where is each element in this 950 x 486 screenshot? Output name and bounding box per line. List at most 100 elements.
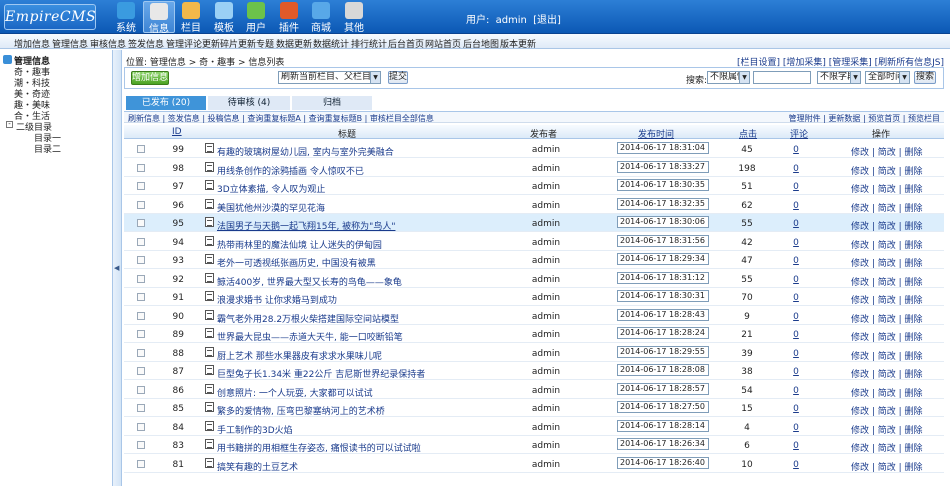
row-time-field[interactable]: 2014-06-17 18:28:08 — [617, 364, 709, 376]
row-comments-link[interactable]: 0 — [786, 312, 806, 322]
tab-archive[interactable]: 归档 — [292, 96, 372, 110]
menu-item-0[interactable]: 增加信息 — [14, 37, 50, 50]
row-time-field[interactable]: 2014-06-17 18:26:40 — [617, 456, 709, 469]
row-time-field[interactable]: 2014-06-17 18:28:57 — [617, 382, 709, 395]
row-time-field[interactable]: 2014-06-17 18:29:34 — [617, 253, 709, 265]
row-checkbox[interactable] — [137, 145, 145, 153]
search-button[interactable]: 搜索 — [914, 71, 936, 84]
row-time-field[interactable]: 2014-06-17 18:30:31 — [617, 290, 709, 302]
submit-button[interactable]: 提交 — [388, 71, 408, 84]
nav-item-3[interactable]: 模板 — [208, 1, 240, 34]
tab-pending[interactable]: 待审核 (4) — [208, 96, 290, 110]
logout-link[interactable]: [退出] — [533, 15, 561, 26]
row-checkbox[interactable] — [137, 441, 145, 449]
nav-item-1[interactable]: 信息 — [143, 1, 175, 35]
menu-item-4[interactable]: 管理评论 — [166, 37, 202, 50]
nav-item-6[interactable]: 商城 — [305, 1, 337, 34]
empirecms-logo[interactable]: EmpireCMS — [4, 4, 96, 30]
col-comments[interactable]: 评论 — [790, 127, 808, 140]
row-time-field[interactable]: 2014-06-17 18:30:35 — [617, 179, 709, 191]
row-comments-link[interactable]: 0 — [786, 201, 806, 211]
row-ops-links[interactable]: 修改 | 简改 | 删除 — [851, 201, 923, 214]
row-title-link[interactable]: 3D立体素描, 令人叹为观止 — [217, 182, 325, 195]
row-checkbox[interactable] — [137, 311, 145, 320]
row-comments-link[interactable]: 0 — [786, 145, 806, 155]
collapse-toggle-icon[interactable]: - — [6, 121, 13, 128]
row-time-field[interactable]: 2014-06-17 18:33:27 — [617, 160, 709, 173]
row-title-link[interactable]: 繁多的爱情物, 压弯巴黎塞纳河上的艺术桥 — [217, 404, 385, 417]
row-comments-link[interactable]: 0 — [786, 423, 806, 433]
row-title-link[interactable]: 有趣的玻璃树屋幼儿园, 室内与室外完美融合 — [217, 145, 394, 158]
row-comments-link[interactable]: 0 — [786, 349, 806, 359]
menu-item-5[interactable]: 更新碎片 — [202, 37, 238, 50]
row-ops-links[interactable]: 修改 | 简改 | 删除 — [851, 293, 923, 306]
nav-item-4[interactable]: 用户 — [240, 1, 272, 34]
menu-item-12[interactable]: 后台地图 — [463, 37, 499, 50]
row-title-link[interactable]: 用书籍拼的用相框生存姿态, 痛恨读书的可以试试啦 — [217, 441, 421, 454]
row-time-field[interactable]: 2014-06-17 18:28:14 — [617, 419, 709, 432]
col-id[interactable]: ID — [172, 127, 182, 137]
row-ops-links[interactable]: 修改 | 简改 | 删除 — [851, 441, 923, 454]
row-time-field[interactable]: 2014-06-17 18:29:55 — [617, 345, 709, 358]
menu-item-1[interactable]: 管理信息 — [52, 37, 88, 50]
row-title-link[interactable]: 浪漫求婚书 让你求婚马到成功 — [217, 293, 337, 306]
row-checkbox[interactable] — [137, 385, 145, 394]
row-ops-links[interactable]: 修改 | 简改 | 删除 — [851, 219, 923, 232]
row-title-link[interactable]: 热带雨林里的魔法仙境 让人迷失的伊甸园 — [217, 238, 382, 251]
row-comments-link[interactable]: 0 — [786, 293, 806, 303]
row-title-link[interactable]: 巨型兔子长1.34米 重22公斤 吉尼斯世界纪录保持者 — [217, 367, 425, 380]
row-checkbox[interactable] — [137, 200, 145, 209]
row-ops-links[interactable]: 修改 | 简改 | 删除 — [851, 164, 923, 177]
row-title-link[interactable]: 创意照片: 一个人玩耍, 大家都可以试试 — [217, 386, 373, 399]
row-ops-links[interactable]: 修改 | 简改 | 删除 — [851, 256, 923, 269]
row-time-field[interactable]: 2014-06-17 18:26:34 — [617, 438, 709, 450]
row-checkbox[interactable] — [137, 237, 145, 246]
menu-item-13[interactable]: 版本更新 — [500, 37, 536, 50]
row-time-field[interactable]: 2014-06-17 18:31:56 — [617, 234, 709, 247]
row-ops-links[interactable]: 修改 | 简改 | 删除 — [851, 238, 923, 251]
row-ops-links[interactable]: 修改 | 简改 | 删除 — [851, 423, 923, 436]
row-time-field[interactable]: 2014-06-17 18:30:06 — [617, 216, 709, 228]
row-time-field[interactable]: 2014-06-17 18:31:12 — [617, 271, 709, 284]
row-comments-link[interactable]: 0 — [786, 441, 806, 451]
row-checkbox[interactable] — [137, 163, 145, 172]
add-info-button[interactable]: 增加信息 — [131, 71, 169, 85]
row-title-link[interactable]: 法国男子与天鹅一起飞翔15年, 被称为"鸟人" — [217, 219, 395, 232]
row-comments-link[interactable]: 0 — [786, 238, 806, 248]
nav-item-5[interactable]: 插件 — [273, 1, 305, 34]
row-title-link[interactable]: 用线条创作的涂鸦插画 令人惊叹不已 — [217, 164, 364, 177]
col-clicks[interactable]: 点击 — [739, 127, 757, 140]
row-time-field[interactable]: 2014-06-17 18:32:35 — [617, 197, 709, 210]
row-checkbox[interactable] — [137, 422, 145, 431]
action-links-right[interactable]: 管理附件 | 更新数据 | 预览首页 | 预览栏目 — [789, 113, 940, 124]
row-checkbox[interactable] — [137, 274, 145, 283]
row-checkbox[interactable] — [137, 330, 145, 338]
row-comments-link[interactable]: 0 — [786, 275, 806, 285]
row-title-link[interactable]: 世界最大昆虫——赤道大天牛, 能一口咬断铅笔 — [217, 330, 403, 343]
attribute-select[interactable]: 不限属性 ▼ — [707, 71, 750, 84]
row-comments-link[interactable]: 0 — [786, 219, 806, 229]
menu-item-7[interactable]: 数据更新 — [276, 37, 312, 50]
row-checkbox[interactable] — [137, 348, 145, 357]
collapse-arrow-icon[interactable]: ◀ — [114, 264, 119, 272]
menu-item-2[interactable]: 审核信息 — [90, 37, 126, 50]
row-checkbox[interactable] — [137, 219, 145, 227]
sidebar-collapse-bar[interactable]: ◀ — [113, 50, 122, 486]
menu-item-6[interactable]: 更新专题 — [238, 37, 274, 50]
row-checkbox[interactable] — [137, 182, 145, 190]
field-select[interactable]: 不限字段 ▼ — [817, 71, 861, 84]
search-input[interactable] — [753, 71, 811, 84]
menu-item-3[interactable]: 签发信息 — [128, 37, 164, 50]
row-checkbox[interactable] — [137, 256, 145, 264]
col-time[interactable]: 发布时间 — [638, 127, 674, 140]
row-comments-link[interactable]: 0 — [786, 182, 806, 192]
row-comments-link[interactable]: 0 — [786, 404, 806, 414]
tab-published[interactable]: 已发布 (20) — [126, 96, 206, 110]
row-title-link[interactable]: 霸气老外用28.2万根火柴搭建国际空间站模型 — [217, 312, 399, 325]
sidebar-item-mulu2[interactable]: 目录二 — [34, 142, 61, 155]
row-comments-link[interactable]: 0 — [786, 330, 806, 340]
row-ops-links[interactable]: 修改 | 简改 | 删除 — [851, 182, 923, 195]
row-time-field[interactable]: 2014-06-17 18:31:04 — [617, 142, 709, 154]
row-time-field[interactable]: 2014-06-17 18:27:50 — [617, 401, 709, 413]
row-title-link[interactable]: 搞笑有趣的土豆艺术 — [217, 460, 298, 473]
